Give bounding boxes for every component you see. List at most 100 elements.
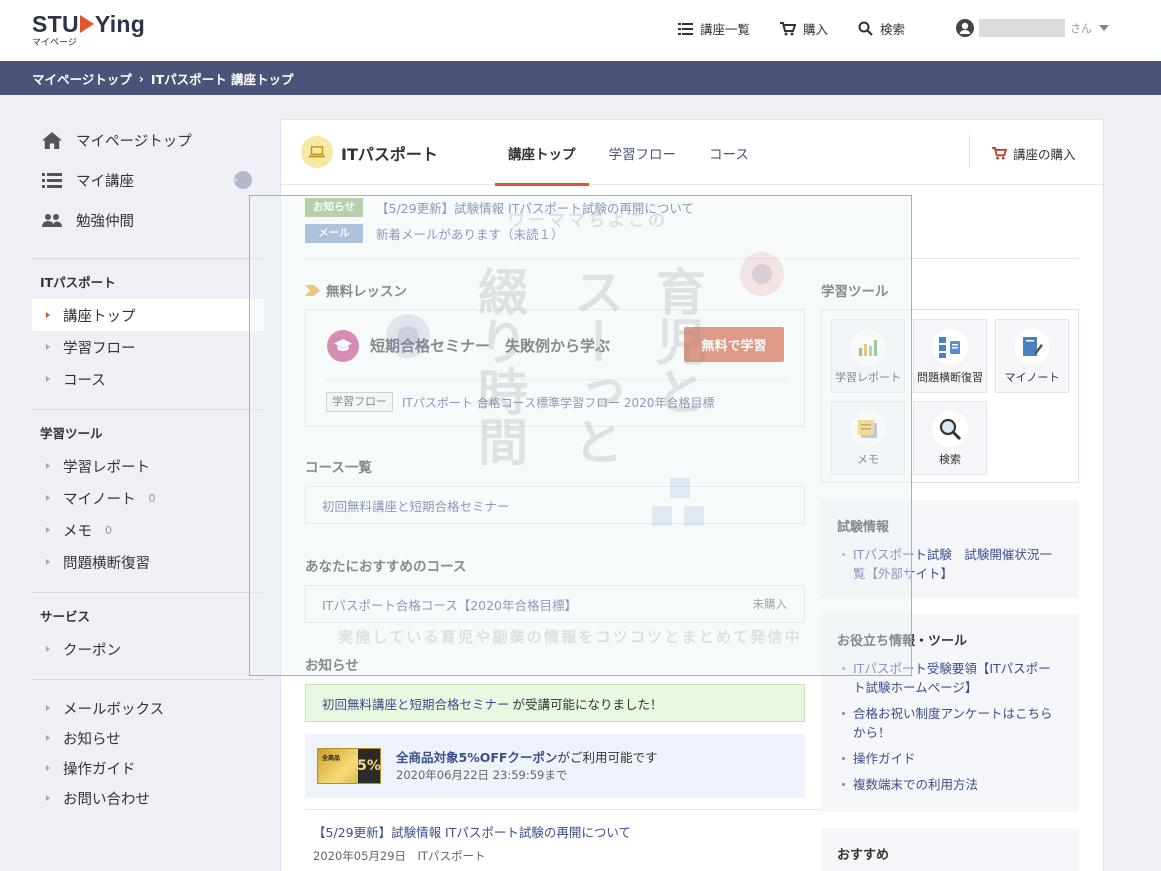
tab-study-flow[interactable]: 学習フロー: [596, 120, 690, 185]
sidebar-section-service: サービス: [40, 609, 91, 624]
mail-tag: メール: [305, 224, 363, 243]
buy-course-link[interactable]: 講座の購入: [992, 144, 1076, 163]
useful-info-panel: お役立ち情報・ツール ITパスポート受験要領【ITパスポート試験ホームページ】 …: [821, 614, 1079, 812]
tools-grid: 学習レポート 問題横断復習 マイノート メモ 検索: [821, 309, 1079, 483]
header-divider: [969, 135, 970, 168]
breadcrumb-home[interactable]: マイページトップ: [32, 69, 132, 88]
news-success-link[interactable]: 初回無料講座と短期合格セミナー: [322, 694, 510, 713]
exam-info-panel: 試験情報 ITパスポート試験 試験開催状況一覧【外部サイト】: [821, 500, 1079, 598]
sidebar-item-cross-review[interactable]: 問題横断復習: [32, 546, 264, 578]
sidebar-item-my-courses[interactable]: マイ講座: [42, 160, 264, 200]
arrow-right-icon: [46, 765, 50, 771]
sidebar-item-notices[interactable]: お知らせ: [32, 723, 264, 753]
username-redacted: [979, 19, 1065, 37]
sidebar-item-memo[interactable]: メモ 0: [32, 514, 264, 546]
sidebar-item-guide[interactable]: 操作ガイド: [32, 753, 264, 783]
sidebar-item-coupon[interactable]: クーポン: [32, 633, 264, 665]
studying-logo[interactable]: STU Ying マイページ: [32, 11, 145, 48]
mail-link[interactable]: 新着メールがあります（未読１）: [376, 224, 564, 243]
arrow-right-icon: [46, 735, 50, 741]
tool-label: マイノート: [1004, 371, 1060, 384]
sidebar-section-tools: 学習ツール: [40, 426, 103, 441]
coupon-image-percent: 5%: [357, 749, 381, 783]
tool-label: メモ: [857, 453, 879, 466]
sidebar-section-course: ITパスポート: [40, 275, 116, 290]
sidebar-item-study-flow[interactable]: 学習フロー: [32, 331, 264, 363]
news-item-meta: 2020年05月29日 ITパスポート: [313, 849, 486, 863]
sidebar-item-label: マイノート: [63, 491, 136, 508]
sidebar: マイページトップ マイ講座 勉強仲間 ITパスポート 講座トップ 学習フロー コ…: [32, 120, 264, 813]
news-title: お知らせ: [305, 658, 359, 674]
tool-memo[interactable]: メモ: [831, 401, 905, 475]
mail-row: メール 新着メールがあります（未読１）: [305, 224, 564, 243]
recommend-course-item[interactable]: ITパスポート合格コース【2020年合格目標】 未購入: [305, 585, 805, 623]
memo-icon: [850, 411, 886, 447]
laptop-icon: [301, 136, 333, 168]
sidebar-divider: [32, 592, 264, 593]
sidebar-item-course-top[interactable]: 講座トップ: [32, 299, 264, 331]
tab-course[interactable]: コース: [696, 120, 762, 185]
tool-label: 問題横断復習: [917, 371, 983, 384]
arrow-right-icon: [46, 495, 50, 501]
tool-cross-review[interactable]: 問題横断復習: [913, 319, 987, 393]
news-success-text: が受講可能になりました！: [512, 696, 663, 712]
user-menu[interactable]: さん: [956, 19, 1109, 37]
sidebar-item-label: メールボックス: [63, 701, 165, 718]
sidebar-item-mypage-top[interactable]: マイページトップ: [42, 120, 264, 160]
logo-text-right: Ying: [94, 11, 146, 37]
lesson-divider: [326, 379, 788, 380]
lesson-name[interactable]: 短期合格セミナー 失敗例から学ぶ: [370, 335, 610, 356]
purchase-status: 未購入: [752, 597, 788, 611]
nav-purchase[interactable]: 購入: [780, 19, 828, 38]
sidebar-item-course[interactable]: コース: [32, 363, 264, 395]
users-icon: [42, 214, 62, 227]
arrow-right-icon: [46, 312, 50, 318]
coupon-image-left-text: 全商品: [322, 755, 341, 762]
useful-info-link[interactable]: 合格お祝い制度アンケートはこちらから！: [837, 704, 1063, 742]
recommend-title: あなたにおすすめのコース: [305, 559, 467, 575]
exam-info-title: 試験情報: [837, 520, 890, 535]
study-flow-link[interactable]: ITパスポート 合格コース標準学習フロー 2020年合格目標: [402, 394, 714, 411]
report-chart-icon: [850, 329, 886, 365]
tool-study-report[interactable]: 学習レポート: [831, 319, 905, 393]
sidebar-item-label: 問題横断復習: [63, 555, 150, 572]
sidebar-item-label: コース: [63, 372, 106, 389]
arrow-right-icon: [46, 559, 50, 565]
sidebar-item-mailbox[interactable]: メールボックス: [32, 693, 264, 723]
tool-my-note[interactable]: マイノート: [995, 319, 1069, 393]
sidebar-item-my-note[interactable]: マイノート 0: [32, 482, 264, 514]
sidebar-divider: [32, 258, 264, 259]
coupon-image: 全商品 5%: [317, 748, 381, 784]
useful-info-link[interactable]: ITパスポート受験要領【ITパスポート試験ホームページ】: [837, 659, 1063, 697]
notice-row: お知らせ 【5/29更新】試験情報 ITパスポート試験の再開について: [305, 198, 694, 217]
exam-info-link[interactable]: ITパスポート試験 試験開催状況一覧【外部サイト】: [837, 545, 1063, 583]
notice-link[interactable]: 【5/29更新】試験情報 ITパスポート試験の再開について: [376, 198, 694, 217]
sidebar-item-study-report[interactable]: 学習レポート: [32, 450, 264, 482]
nav-search[interactable]: 検索: [858, 19, 905, 38]
sidebar-item-study-mates[interactable]: 勉強仲間: [42, 200, 264, 240]
free-study-button[interactable]: 無料で学習: [684, 327, 784, 362]
useful-info-link[interactable]: 操作ガイド: [837, 749, 1063, 768]
user-suffix: さん: [1070, 22, 1092, 35]
recommend-panel-title: おすすめ: [837, 848, 890, 863]
coupon-title-rest: がご利用可能です: [557, 750, 658, 765]
cart-icon: [780, 21, 797, 35]
count-badge: 0: [148, 491, 156, 505]
news-item-link[interactable]: 【5/29更新】試験情報 ITパスポート試験の再開について: [313, 822, 631, 841]
logo-play-icon: [79, 15, 94, 33]
course-list-item[interactable]: 初回無料講座と短期合格セミナー: [305, 486, 805, 524]
breadcrumb-separator: ›: [138, 70, 144, 86]
tab-course-top[interactable]: 講座トップ: [495, 120, 589, 186]
expand-chevron-icon[interactable]: [234, 171, 252, 189]
sidebar-item-contact[interactable]: お問い合わせ: [32, 783, 264, 813]
sidebar-item-label: 講座トップ: [63, 308, 136, 325]
nav-purchase-label: 購入: [803, 22, 829, 37]
coupon-card[interactable]: 全商品 5% 全商品対象5%OFFクーポンがご利用可能です 2020年06月22…: [305, 734, 805, 798]
home-icon: [42, 131, 62, 149]
tool-search[interactable]: 検索: [913, 401, 987, 475]
arrow-right-icon: [46, 463, 50, 469]
course-header: ITパスポート 講座トップ 学習フロー コース 講座の購入: [281, 120, 1103, 186]
nav-course-list[interactable]: 講座一覧: [678, 19, 750, 38]
useful-info-link[interactable]: 複数端末での利用方法: [837, 775, 1063, 794]
sidebar-item-label: お知らせ: [63, 731, 121, 748]
